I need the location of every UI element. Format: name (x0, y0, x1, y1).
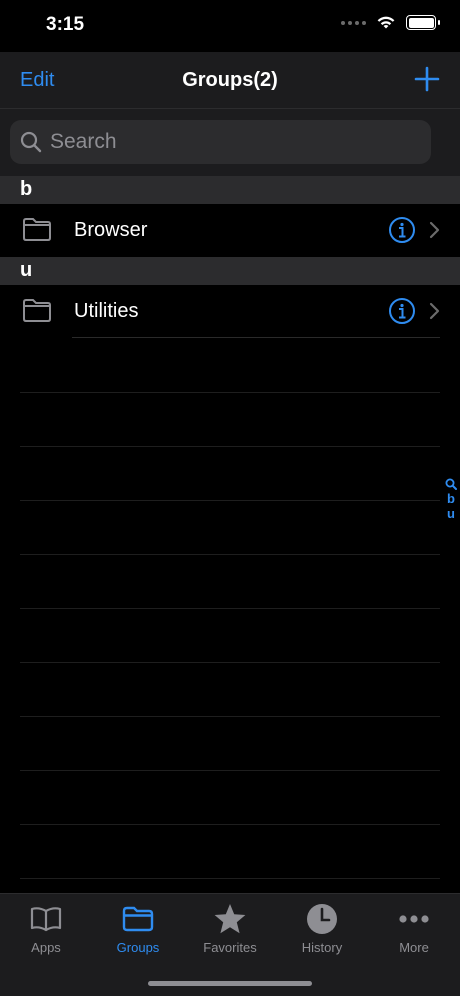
info-icon[interactable] (388, 297, 416, 325)
status-time: 3:15 (46, 14, 85, 35)
index-search-icon[interactable] (445, 478, 457, 491)
tab-history[interactable]: History (276, 902, 368, 962)
navigation-bar: Edit Groups(2) (0, 52, 460, 109)
ellipsis-icon (399, 915, 429, 923)
table-separator (20, 500, 440, 501)
tab-label: History (301, 940, 343, 955)
folder-icon (23, 299, 51, 322)
tab-apps[interactable]: Apps (0, 902, 92, 962)
plus-icon[interactable] (414, 66, 440, 92)
tab-favorites[interactable]: Favorites (184, 902, 276, 962)
page-title: Groups(2) (182, 69, 278, 91)
tab-label: More (399, 940, 429, 955)
table-separator (20, 878, 440, 879)
table-separator (20, 446, 440, 447)
table-separator (20, 716, 440, 717)
status-indicators (341, 15, 440, 30)
table-separator (20, 662, 440, 663)
section-index[interactable]: b u (443, 478, 459, 521)
table-separator (20, 824, 440, 825)
tab-label: Favorites (203, 940, 257, 955)
index-letter-u[interactable]: u (447, 506, 455, 521)
tab-label: Groups (116, 940, 160, 955)
folder-icon (122, 906, 154, 932)
table-separator (20, 770, 440, 771)
list-item-browser[interactable]: Browser (0, 204, 460, 257)
tab-bar: Apps Groups Favorites History More (0, 893, 460, 996)
section-header-b: b (0, 176, 460, 204)
tab-groups[interactable]: Groups (92, 902, 184, 962)
list-item-utilities[interactable]: Utilities (0, 285, 460, 338)
list-item-label: Browser (74, 219, 148, 241)
home-indicator[interactable] (148, 981, 312, 986)
section-header-u: u (0, 257, 460, 285)
search-icon (20, 131, 42, 153)
chevron-right-icon (429, 221, 440, 239)
folder-icon (23, 218, 51, 241)
tab-more[interactable]: More (368, 902, 460, 962)
search-input[interactable]: Search (10, 120, 431, 164)
row-separator (72, 337, 440, 338)
star-icon (214, 904, 246, 934)
chevron-right-icon (429, 302, 440, 320)
battery-icon (406, 15, 440, 30)
list-item-label: Utilities (74, 300, 139, 322)
wifi-icon (377, 16, 395, 29)
section-letter: b (20, 178, 33, 200)
info-icon[interactable] (388, 216, 416, 244)
status-bar: 3:15 (0, 0, 460, 52)
section-letter: u (20, 259, 33, 281)
book-icon (30, 907, 62, 932)
table-separator (20, 392, 440, 393)
table-separator (20, 608, 440, 609)
search-area: Search (0, 109, 460, 176)
tab-label: Apps (31, 940, 61, 955)
clock-icon (307, 904, 337, 934)
search-placeholder: Search (50, 130, 117, 153)
table-separator (20, 554, 440, 555)
cellular-signal-icon (341, 20, 366, 25)
index-letter-b[interactable]: b (447, 491, 455, 506)
